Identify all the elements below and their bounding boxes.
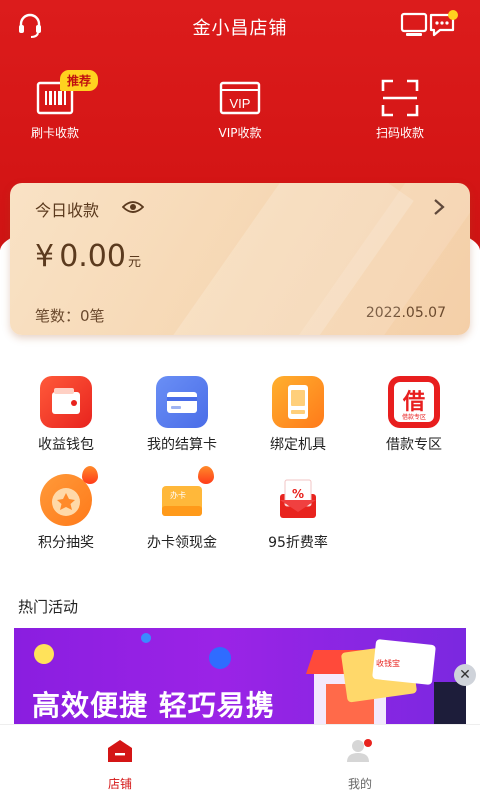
svg-text:借: 借 [402, 390, 425, 415]
banner-headline: 高效便捷 轻巧易携 [32, 689, 275, 722]
svg-text:借款专区: 借款专区 [402, 413, 426, 421]
card-cash-icon: 办卡 [156, 466, 214, 526]
grid-item-income-wallet[interactable]: 收益钱包 [11, 376, 121, 456]
pos-terminal-icon[interactable] [400, 12, 428, 38]
quick-action-scan-payment[interactable]: 扫码收款 [345, 72, 455, 144]
grid-item-label: 95折费率 [268, 535, 328, 551]
grid-item-card-cash[interactable]: 办卡 办卡领现金 [127, 466, 237, 554]
grid-item-label: 办卡领现金 [147, 535, 217, 551]
amount-value: 0.00 [59, 239, 126, 274]
eye-icon[interactable] [122, 199, 144, 215]
svg-text:VIP: VIP [230, 96, 251, 111]
income-amount: ¥ 0.00 元 [35, 239, 141, 274]
app-root: 金小昌店铺 推荐 刷卡收款 VIP VIP收款 扫码收款 今日收款 ¥ 0.00… [0, 0, 480, 800]
vip-icon: VIP [219, 81, 261, 115]
nav-label: 我的 [347, 777, 372, 791]
grid-item-discount-rate[interactable]: % 95折费率 [243, 474, 353, 554]
banner-logo-text: 收钱宝 [376, 658, 400, 668]
card-title: 今日收款 [35, 201, 100, 220]
nav-label: 店铺 [107, 777, 132, 791]
grid-item-loan-zone[interactable]: 借 借款专区 借款专区 [359, 376, 469, 456]
scan-icon [381, 79, 419, 117]
section-title-hot-activities: 热门活动 [18, 598, 79, 616]
quick-action-vip-payment[interactable]: VIP VIP收款 [185, 72, 295, 144]
quick-action-label: 扫码收款 [375, 126, 424, 140]
store-icon [108, 740, 132, 762]
wallet-icon [40, 376, 92, 428]
grid-item-label: 收益钱包 [38, 437, 94, 453]
grid-item-bind-device[interactable]: 绑定机具 [243, 376, 353, 456]
device-icon [272, 376, 324, 428]
hot-icon [198, 466, 214, 484]
grid-item-points-lottery[interactable]: 积分抽奖 [11, 466, 121, 554]
quick-actions: 推荐 刷卡收款 VIP VIP收款 扫码收款 [0, 70, 480, 152]
nav-tab-store[interactable]: 店铺 [60, 739, 180, 792]
hot-icon [82, 466, 98, 484]
grid-item-label: 我的结算卡 [147, 437, 217, 453]
nav-tab-mine[interactable]: 我的 [300, 739, 420, 792]
bank-card-icon [156, 376, 208, 428]
close-icon[interactable]: ✕ [454, 664, 476, 686]
quick-action-label: VIP收款 [218, 126, 262, 140]
promo-banner[interactable]: 收钱宝 高效便捷 轻巧易携 [14, 628, 466, 728]
grid-item-label: 绑定机具 [270, 437, 326, 453]
grid-item-label: 积分抽奖 [38, 535, 94, 551]
svg-text:%: % [292, 487, 304, 501]
grid-item-label: 借款专区 [386, 437, 442, 453]
loan-icon: 借 借款专区 [388, 376, 440, 428]
amount-unit: 元 [127, 255, 141, 270]
bottom-navigation: 店铺 我的 [0, 724, 480, 800]
grid-item-settlement-card[interactable]: 我的结算卡 [127, 376, 237, 456]
svg-text:办卡: 办卡 [170, 490, 186, 500]
quick-action-label: 刷卡收款 [30, 126, 79, 140]
recommend-badge: 推荐 [60, 70, 99, 91]
card-date: 2022.05.07 [365, 305, 446, 321]
transaction-count: 笔数：0笔 [35, 307, 105, 325]
medal-icon [40, 466, 98, 526]
top-bar: 金小昌店铺 [0, 0, 480, 54]
profile-icon [347, 739, 372, 762]
message-badge-dot [448, 10, 458, 20]
today-income-card[interactable]: 今日收款 ¥ 0.00 元 笔数：0笔 2022.05.07 [10, 183, 470, 335]
currency-symbol: ¥ [35, 239, 55, 274]
quick-action-card-payment[interactable]: 推荐 刷卡收款 [0, 70, 110, 144]
discount-icon: % [272, 474, 324, 526]
chevron-right-icon[interactable] [432, 197, 446, 217]
